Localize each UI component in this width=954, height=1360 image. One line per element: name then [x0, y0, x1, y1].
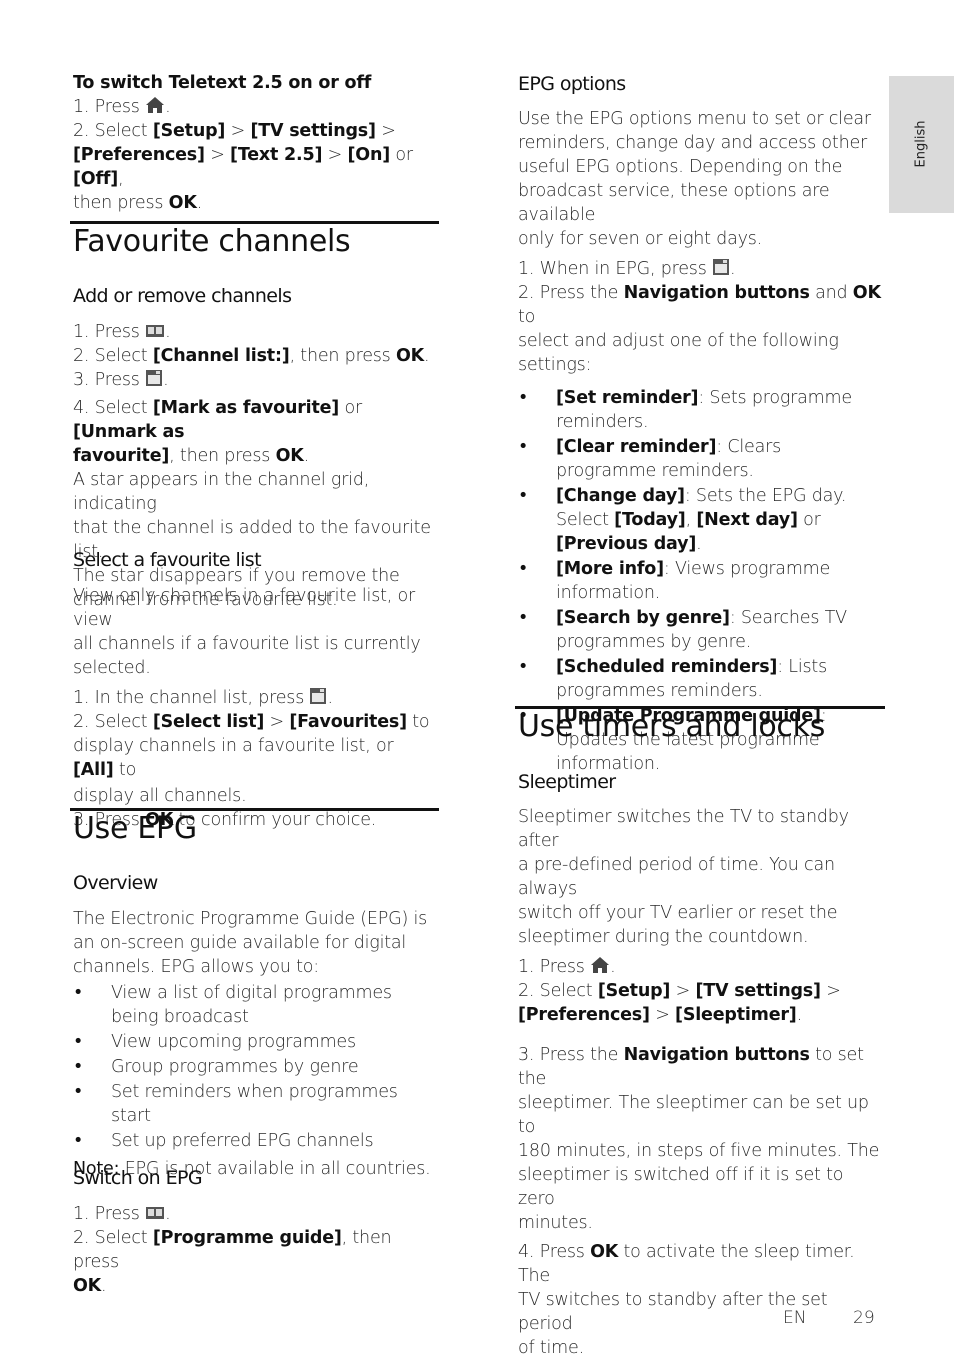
sleeptimer-heading: Sleeptimer: [518, 771, 616, 793]
options-icon: [145, 369, 163, 387]
footer-language: EN: [783, 1308, 807, 1328]
list-item: • [More info]: Views programme informatio…: [518, 559, 831, 603]
favourite-channels-title: Favourite channels: [73, 224, 351, 259]
list-item: • [Set reminder]: Sets programme reminder…: [518, 388, 852, 432]
list-item: • [Scheduled reminders]: Lists programmes…: [518, 657, 827, 701]
list-item: • Group programmes by genre: [73, 1057, 359, 1077]
language-label: English: [913, 120, 929, 168]
list-item: • Set up preferred EPG channels: [73, 1131, 374, 1151]
home-icon: [590, 956, 610, 974]
sleeptimer-section: Sleeptimer Sleeptimer switches the TV to…: [518, 770, 885, 1360]
teletext-heading: To switch Teletext 2.5 on or off: [73, 73, 372, 93]
switch-on-epg-section: Switch on EPG 1. Press . 2. Select [Prog…: [73, 1166, 439, 1298]
options-icon: [309, 687, 327, 705]
use-epg-title: Use EPG: [73, 811, 197, 846]
epg-options-heading: EPG options: [518, 73, 626, 95]
page-number: 29: [853, 1308, 875, 1328]
guide-icon: [145, 323, 165, 339]
list-item: • View upcoming programmes: [73, 1032, 356, 1052]
select-favourite-heading: Select a favourite list: [73, 549, 262, 571]
teletext-step-1: 1. Press .: [73, 96, 171, 117]
options-icon: [712, 258, 730, 276]
home-icon: [145, 96, 165, 114]
list-item: • View a list of digital programmes being…: [73, 983, 392, 1027]
guide-icon: [145, 1205, 165, 1221]
use-timers-title: Use timers and locks: [518, 709, 826, 744]
overview-section: Overview The Electronic Programme Guide …: [73, 871, 439, 1181]
list-item: • [Change day]: Sets the EPG day. Select …: [518, 486, 847, 554]
switch-on-epg-heading: Switch on EPG: [73, 1167, 203, 1189]
list-item: • [Search by genre]: Searches TV programm…: [518, 608, 847, 652]
select-favourite-section: Select a favourite list View only channe…: [73, 548, 439, 832]
list-item: • Set reminders when programmes start: [73, 1082, 398, 1126]
overview-heading: Overview: [73, 872, 158, 894]
language-tab: English: [889, 76, 954, 213]
teletext-step-2: 2. Select [Setup] > [TV settings] >: [73, 121, 396, 141]
add-remove-heading: Add or remove channels: [73, 285, 292, 307]
list-item: • [Clear reminder]: Clears programme remi…: [518, 437, 782, 481]
teletext-section: To switch Teletext 2.5 on or off 1. Pres…: [73, 71, 439, 215]
epg-options-section: EPG options Use the EPG options menu to …: [518, 72, 885, 776]
